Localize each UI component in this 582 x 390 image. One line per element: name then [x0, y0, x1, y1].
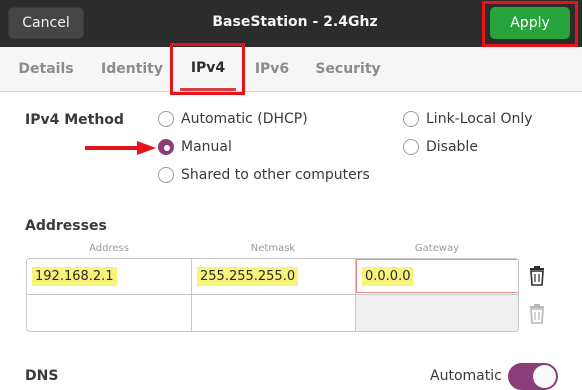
trash-icon-disabled: [530, 304, 544, 324]
column-header-address: Address: [89, 243, 129, 254]
radio-button[interactable]: [403, 111, 419, 127]
tab-bar: Details Identity IPv4 IPv6 Security: [0, 47, 582, 92]
address-field[interactable]: 192.168.2.1: [27, 259, 191, 293]
toggle-knob[interactable]: [533, 365, 556, 388]
column-header-netmask: Netmask: [250, 243, 296, 254]
addresses-table: 192.168.2.1 255.255.255.0 0.0.0.0: [26, 258, 519, 332]
radio-button-selected[interactable]: [158, 139, 174, 155]
trash-icon[interactable]: [527, 265, 547, 287]
address-value: 192.168.2.1: [32, 266, 117, 286]
radio-label: Shared to other computers: [181, 167, 370, 183]
column-header-gateway: Gateway: [414, 243, 460, 254]
ipv4-method-label: IPv4 Method: [25, 112, 124, 128]
tab-security[interactable]: Security: [306, 47, 390, 91]
radio-button[interactable]: [403, 139, 419, 155]
radio-label: Manual: [181, 139, 232, 155]
tab-ipv6[interactable]: IPv6: [248, 47, 296, 91]
radio-link-local-only[interactable]: Link-Local Only: [403, 111, 533, 127]
gateway-value: 0.0.0.0: [362, 266, 414, 286]
radio-button[interactable]: [158, 167, 174, 183]
apply-highlight-box: [482, 1, 578, 47]
cancel-button[interactable]: Cancel: [8, 7, 84, 39]
radio-disable[interactable]: Disable: [403, 139, 478, 155]
radio-label: Link-Local Only: [426, 111, 533, 127]
radio-automatic-dhcp[interactable]: Automatic (DHCP): [158, 111, 308, 127]
radio-label: Automatic (DHCP): [181, 111, 308, 127]
gateway-field-disabled: [356, 295, 518, 331]
annotation-arrow-icon: [85, 141, 156, 155]
addresses-section-label: Addresses: [25, 218, 107, 234]
dns-automatic-label: Automatic: [430, 368, 502, 384]
window-title: BaseStation - 2.4Ghz: [212, 14, 378, 30]
tab-identity[interactable]: Identity: [92, 47, 172, 91]
address-field-empty[interactable]: [27, 295, 191, 331]
radio-manual[interactable]: Manual: [158, 139, 232, 155]
netmask-field[interactable]: 255.255.255.0: [192, 259, 355, 293]
netmask-field-empty[interactable]: [192, 295, 355, 331]
radio-shared-to-other-computers[interactable]: Shared to other computers: [158, 167, 370, 183]
gateway-field[interactable]: 0.0.0.0: [356, 259, 518, 293]
radio-label: Disable: [426, 139, 478, 155]
netmask-value: 255.255.255.0: [197, 266, 299, 286]
radio-button[interactable]: [158, 111, 174, 127]
dns-automatic-toggle[interactable]: [508, 363, 558, 390]
ipv4-tab-highlight-box: [170, 43, 245, 95]
tab-details[interactable]: Details: [8, 47, 84, 91]
dns-section-label: DNS: [25, 368, 59, 384]
